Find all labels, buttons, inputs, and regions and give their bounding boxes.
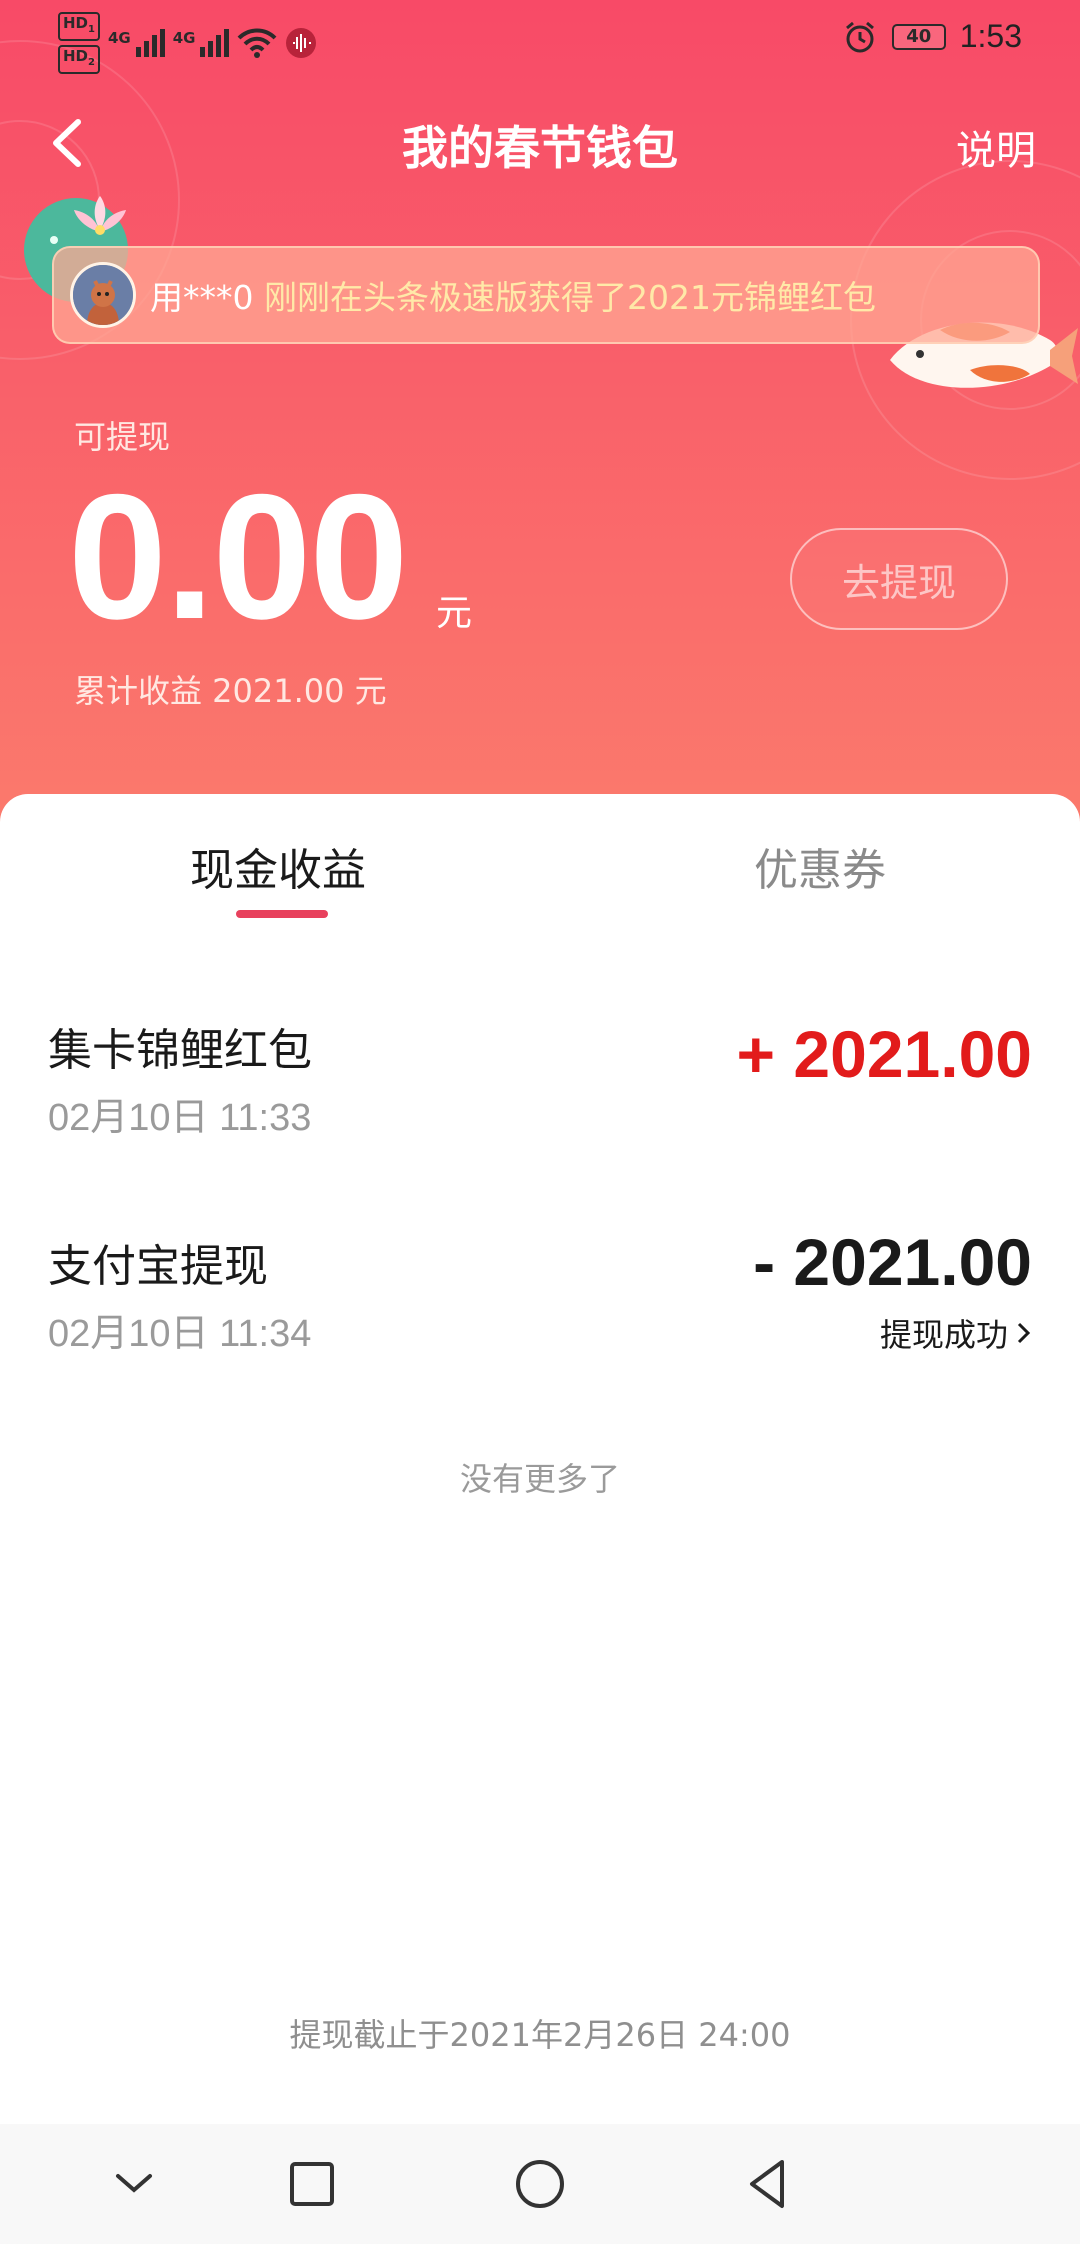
withdraw-status-link[interactable]: 提现成功 [880, 1310, 1032, 1356]
total-earnings: 累计收益 2021.00 元 [74, 672, 387, 710]
audio-app-icon [286, 28, 317, 58]
transaction-title: 集卡锦鲤红包 [48, 1025, 312, 1076]
ticker-message: 刚刚在头条极速版获得了2021元锦鲤红包 [264, 278, 876, 317]
transaction-row[interactable]: 支付宝提现 02月10日 11:34 - 2021.00 提现成功 [0, 1225, 1080, 1380]
transaction-time: 02月10日 11:33 [48, 1097, 312, 1139]
amount-unit: 元 [436, 593, 473, 634]
status-bar: HD1 HD2 4G 4G 40 1:53 [0, 0, 1080, 78]
withdraw-button[interactable]: 去提现 [790, 528, 1008, 630]
circle-icon [516, 2160, 564, 2208]
sim1-hd-badge: HD1 [58, 12, 100, 41]
nav-hide-button[interactable] [104, 2154, 164, 2214]
no-more-text: 没有更多了 [459, 1460, 620, 1498]
transaction-row[interactable]: 集卡锦鲤红包 02月10日 11:33 + 2021.00 [0, 1014, 1080, 1164]
system-nav-bar [0, 2124, 1080, 2244]
transaction-amount: - 2021.00 [753, 1225, 1032, 1299]
nav-home-button[interactable] [510, 2154, 570, 2214]
sim2-hd-badge: HD2 [58, 45, 100, 74]
withdraw-status-label: 提现成功 [879, 1316, 1008, 1354]
earnings-card: 现金收益 优惠券 集卡锦鲤红包 02月10日 11:33 + 2021.00 支… [0, 794, 1080, 2124]
tab-cash-earnings[interactable]: 现金收益 [190, 834, 366, 898]
signal-1-icon: 4G [108, 29, 165, 57]
battery-indicator: 40 [891, 23, 946, 50]
transaction-title: 支付宝提现 [48, 1241, 268, 1292]
transaction-amount: + 2021.00 [736, 1017, 1032, 1091]
withdrawable-amount: 0.00 [68, 457, 408, 656]
square-icon [290, 2162, 334, 2206]
triangle-back-icon [750, 2160, 784, 2208]
chevron-right-icon [1017, 1322, 1031, 1344]
chevron-down-icon [116, 2174, 152, 2193]
tab-coupons[interactable]: 优惠券 [754, 834, 886, 898]
alarm-icon [845, 21, 874, 52]
avatar [70, 262, 136, 328]
avatar-icon [73, 265, 133, 325]
withdraw-deadline: 提现截止于2021年2月26日 24:00 [289, 2016, 791, 2054]
signal-2-icon: 4G [173, 29, 230, 57]
clock: 1:53 [959, 18, 1022, 54]
nav-back-button[interactable] [738, 2154, 798, 2214]
page-title: 我的春节钱包 [402, 121, 678, 175]
transaction-time: 02月10日 11:34 [48, 1313, 312, 1355]
wifi-icon [238, 28, 277, 58]
withdrawable-label: 可提现 [74, 418, 171, 456]
nav-recents-button[interactable] [282, 2154, 342, 2214]
winner-ticker: 用***0 刚刚在头条极速版获得了2021元锦鲤红包 [52, 246, 1040, 344]
active-tab-indicator [236, 910, 328, 918]
help-link[interactable]: 说明 [956, 118, 1036, 176]
ticker-user: 用***0 [150, 278, 254, 317]
